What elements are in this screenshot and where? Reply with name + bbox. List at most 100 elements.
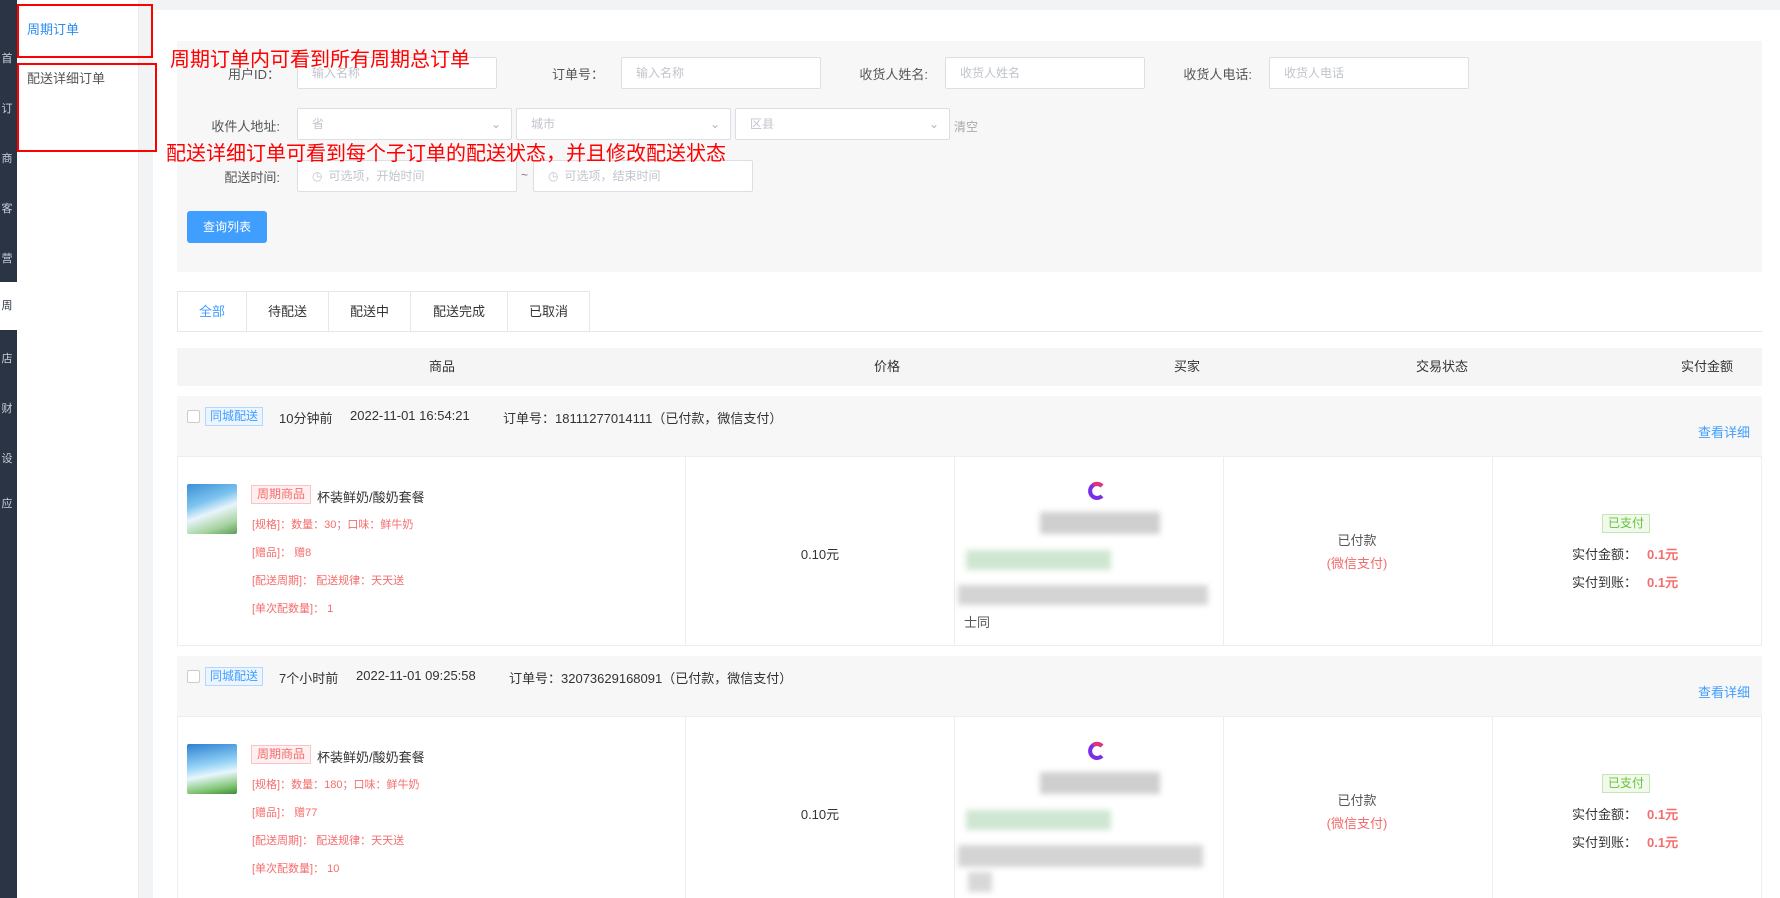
city-select[interactable]: 城市 ⌄: [516, 108, 731, 140]
cell-divider: [954, 457, 955, 645]
received-amount-value: 0.1元: [1647, 575, 1679, 590]
cell-divider: [685, 717, 686, 898]
buyer-app-logo-icon: [1088, 481, 1104, 500]
order-info: 订单号：32073629168091（已付款，微信支付）: [509, 671, 793, 686]
nav-rail-glyph[interactable]: 财: [0, 400, 14, 416]
received-amount-value: 0.1元: [1647, 835, 1679, 850]
buyer-tags-redacted: [966, 810, 1111, 830]
district-select-value: 区县: [750, 117, 775, 131]
nav-rail-glyph[interactable]: 首: [0, 50, 14, 66]
paid-badge: 已支付: [1602, 774, 1651, 793]
buyer-address-redacted: [958, 585, 1208, 605]
column-header-buyer: 买家: [1173, 359, 1200, 374]
cell-divider: [1223, 457, 1224, 645]
nav-rail-glyph[interactable]: 应: [0, 495, 14, 511]
receiver-phone-label: 收货人电话:: [1183, 67, 1252, 82]
paid-badge: 已支付: [1602, 514, 1651, 533]
view-detail-link[interactable]: 查看详细: [1698, 682, 1750, 701]
cell-divider: [1492, 717, 1493, 898]
product-spec: [规格]：数量：180；口味：鲜牛奶: [252, 779, 420, 791]
cycle-product-tag: 周期商品: [251, 485, 312, 504]
order-no-input[interactable]: 输入名称: [621, 57, 821, 89]
annotation-highlight-cycle-orders: [17, 4, 153, 58]
tab-cancelled[interactable]: 已取消: [507, 291, 590, 332]
receiver-name-input[interactable]: 收货人姓名: [945, 57, 1145, 89]
order-header: 同城配送 10分钟前 2022-11-01 16:54:21 订单号：18111…: [177, 396, 1762, 456]
product-gift: [赠品]： 赠8: [252, 547, 312, 559]
buyer-note: 士同: [964, 615, 991, 630]
column-header-price: 价格: [873, 359, 900, 374]
nav-rail-glyph[interactable]: 营: [0, 250, 14, 266]
clock-icon: ◷: [548, 169, 559, 183]
trade-status: 已付款: [1337, 793, 1377, 808]
paid-amount-value: 0.1元: [1647, 547, 1679, 562]
product-thumbnail[interactable]: [187, 744, 237, 794]
chevron-down-icon: ⌄: [490, 117, 501, 131]
tabs-divider: [177, 331, 1762, 332]
product-thumbnail[interactable]: [187, 484, 237, 534]
buyer-tags-redacted: [966, 550, 1111, 570]
receiver-phone-input[interactable]: 收货人电话: [1269, 57, 1469, 89]
nav-rail-glyph[interactable]: 店: [0, 350, 14, 366]
nav-rail-glyph[interactable]: 客: [0, 200, 14, 216]
paid-amount-value: 0.1元: [1647, 807, 1679, 822]
delivery-type-tag: 同城配送: [205, 667, 264, 686]
product-name[interactable]: 杯装鲜奶/酸奶套餐: [317, 747, 425, 766]
delivery-time-label: 配送时间:: [224, 170, 280, 185]
cell-divider: [954, 717, 955, 898]
province-select[interactable]: 省 ⌄: [297, 108, 512, 140]
order-price: 0.10元: [800, 807, 840, 822]
delivery-end-placeholder: 可选项，结束时间: [564, 169, 661, 183]
order-row: [177, 716, 1762, 898]
nav-rail-glyph[interactable]: 设: [0, 450, 14, 466]
nav-rail-active-item[interactable]: 周: [0, 282, 17, 330]
city-select-value: 城市: [531, 117, 556, 131]
annotation-highlight-delivery-orders: [17, 63, 157, 152]
buyer-address-redacted: [958, 845, 1203, 867]
query-list-button[interactable]: 查询列表: [187, 211, 267, 243]
tab-pending-delivery[interactable]: 待配送: [246, 291, 329, 332]
tab-delivered[interactable]: 配送完成: [410, 291, 508, 332]
clear-address-link[interactable]: 清空: [954, 118, 978, 135]
province-select-value: 省: [312, 117, 325, 131]
received-amount-label: 实付到账：: [1572, 835, 1638, 850]
product-gift: [赠品]： 赠77: [252, 807, 318, 819]
address-label: 收件人地址:: [211, 119, 280, 134]
nav-rail-glyph[interactable]: 商: [0, 150, 14, 166]
column-header-paid-amount: 实付金额: [1680, 359, 1733, 374]
nav-rail-glyph: 周: [1, 300, 13, 312]
column-header-trade-status: 交易状态: [1415, 359, 1468, 374]
nav-rail-glyph[interactable]: 订: [0, 100, 14, 116]
column-header-product: 商品: [428, 359, 455, 374]
annotation-note-delivery-orders: 配送详细订单可看到每个子订单的配送状态，并且修改配送状态: [166, 143, 726, 165]
chevron-down-icon: ⌄: [709, 117, 720, 131]
cycle-product-tag: 周期商品: [251, 745, 312, 764]
product-delivery-cycle: [配送周期]： 配送规律：天天送: [252, 835, 405, 847]
chevron-down-icon: ⌄: [928, 117, 939, 131]
product-name[interactable]: 杯装鲜奶/酸奶套餐: [317, 487, 425, 506]
order-relative-time: 7个小时前: [279, 671, 339, 686]
view-detail-link[interactable]: 查看详细: [1698, 422, 1750, 441]
annotation-note-cycle-orders: 周期订单内可看到所有周期总订单: [170, 49, 470, 71]
order-checkbox[interactable]: [187, 670, 200, 683]
cell-divider: [685, 457, 686, 645]
cell-divider: [1223, 717, 1224, 898]
tab-delivering[interactable]: 配送中: [328, 291, 411, 332]
district-select[interactable]: 区县 ⌄: [735, 108, 950, 140]
received-amount-label: 实付到账：: [1572, 575, 1638, 590]
delivery-type-tag: 同城配送: [205, 407, 264, 426]
order-header: 同城配送 7个小时前 2022-11-01 09:25:58 订单号：32073…: [177, 656, 1762, 716]
paid-amount-label: 实付金额：: [1572, 547, 1638, 562]
table-header: 商品 价格 买家 交易状态 实付金额: [177, 348, 1762, 386]
order-datetime: 2022-11-01 16:54:21: [350, 408, 470, 423]
tab-all[interactable]: 全部: [177, 291, 247, 332]
paid-amount-label: 实付金额：: [1572, 807, 1638, 822]
product-per-delivery-qty: [单次配数量]： 1: [252, 603, 334, 615]
buyer-note-redacted: [968, 872, 992, 892]
receiver-name-label: 收货人姓名:: [859, 67, 928, 82]
order-info: 订单号：18111277014111（已付款，微信支付）: [503, 411, 783, 426]
top-strip: [153, 0, 1780, 10]
order-checkbox[interactable]: [187, 410, 200, 423]
product-spec: [规格]：数量：30；口味：鲜牛奶: [252, 519, 414, 531]
order-no-label: 订单号：: [551, 67, 604, 82]
